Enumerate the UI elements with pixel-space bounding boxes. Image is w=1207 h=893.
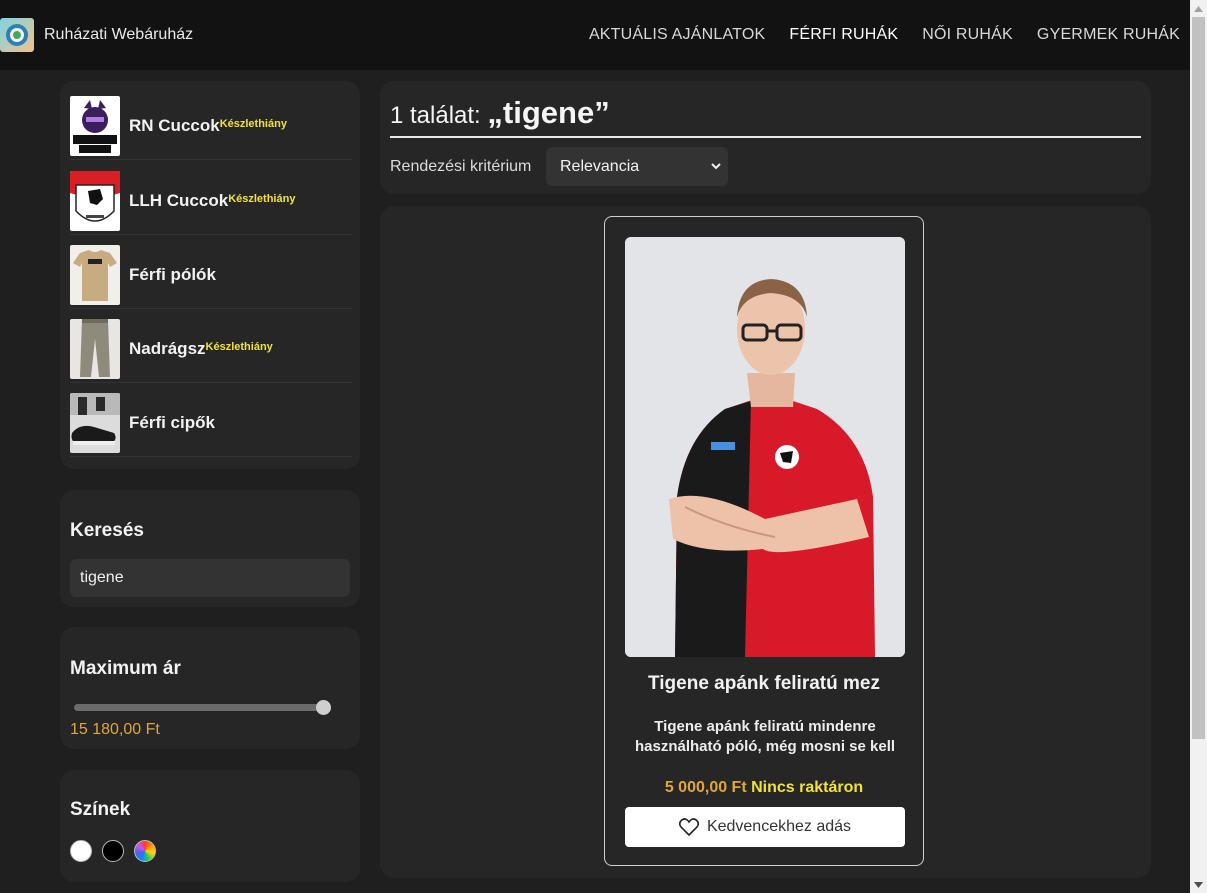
- category-label: Férfi cipők: [129, 413, 215, 432]
- navbar: Ruházati Webáruház AKTUÁLIS AJÁNLATOK FÉ…: [0, 0, 1190, 70]
- colors-title: Színek: [70, 799, 131, 820]
- product-image[interactable]: [625, 237, 905, 657]
- category-thumbnail-nadrag: [70, 319, 120, 379]
- search-input[interactable]: [70, 559, 350, 597]
- out-of-stock-badge: Készlethiány: [205, 341, 273, 353]
- stock-status: Nincs raktáron: [751, 779, 864, 796]
- brand-logo[interactable]: [0, 18, 34, 52]
- category-label: RN Cuccok: [129, 116, 220, 135]
- sort-label: Rendezési kritérium: [390, 158, 532, 175]
- results-query: „tigene”: [487, 95, 610, 130]
- category-item-rn-cuccok[interactable]: RN Cuccok Készlethiány: [70, 93, 352, 160]
- max-price-title: Maximum ár: [70, 658, 181, 679]
- category-label: Nadrágsz: [129, 339, 206, 358]
- category-label: LLH Cuccok: [129, 191, 229, 210]
- results-header: 1 találat: „tigene” Rendezési kritérium …: [380, 81, 1151, 194]
- category-label: Férfi pólók: [129, 265, 216, 284]
- nav-link-noi-ruhak[interactable]: NŐI RUHÁK: [922, 26, 1013, 44]
- color-swatch-multicolor[interactable]: [134, 840, 156, 862]
- category-thumbnail-rn: [70, 96, 120, 156]
- max-price-slider-thumb[interactable]: [316, 700, 331, 715]
- category-item-llh-cuccok[interactable]: LLH Cuccok Készlethiány: [70, 168, 352, 235]
- category-thumbnail-llh: [70, 171, 120, 231]
- color-swatch-white[interactable]: [70, 840, 92, 862]
- out-of-stock-badge: Készlethiány: [219, 118, 287, 130]
- category-list: RN Cuccok Készlethiány LLH Cuccok Készle…: [60, 81, 360, 469]
- max-price-value: 15 180,00 Ft: [70, 721, 160, 738]
- product-price: 5 000,00 Ft: [664, 779, 747, 796]
- heart-icon: [678, 818, 699, 836]
- max-price-slider-track[interactable]: [74, 704, 330, 711]
- page-scrollbar[interactable]: [1190, 0, 1207, 893]
- scroll-up-arrow-icon[interactable]: [1190, 0, 1207, 17]
- category-thumbnail-cipok: [70, 393, 120, 453]
- scroll-thumb[interactable]: [1192, 17, 1205, 739]
- search-panel: Keresés: [60, 490, 360, 607]
- nav-links: AKTUÁLIS AJÁNLATOK FÉRFI RUHÁK NŐI RUHÁK…: [589, 0, 1180, 70]
- chevron-down-icon: [711, 163, 721, 170]
- brand-name[interactable]: Ruházati Webáruház: [44, 26, 193, 44]
- nav-link-ferfi-ruhak[interactable]: FÉRFI RUHÁK: [789, 26, 898, 44]
- category-item-nadragsz[interactable]: Nadrágsz Készlethiány: [70, 316, 352, 383]
- sort-select-value: Relevancia: [560, 157, 640, 175]
- product-card[interactable]: Tigene apánk feliratú mez Tigene apánk f…: [604, 216, 924, 866]
- product-price-row: 5 000,00 Ft Nincs raktáron: [605, 779, 923, 797]
- sort-select[interactable]: Relevancia: [546, 147, 728, 186]
- category-item-ferfi-cipok[interactable]: Férfi cipők: [70, 390, 352, 457]
- out-of-stock-badge: Készlethiány: [228, 193, 296, 205]
- scroll-down-arrow-icon[interactable]: [1190, 876, 1207, 893]
- product-description: Tigene apánk feliratú mindenre használha…: [634, 718, 896, 755]
- colors-panel: Színek: [60, 770, 360, 882]
- product-grid: Tigene apánk feliratú mez Tigene apánk f…: [380, 206, 1151, 878]
- results-title: 1 találat: „tigene”: [390, 95, 610, 131]
- nav-link-gyermek-ruhak[interactable]: GYERMEK RUHÁK: [1037, 26, 1180, 44]
- add-to-favorites-button[interactable]: Kedvencekhez adás: [625, 807, 905, 847]
- max-price-panel: Maximum ár 15 180,00 Ft: [60, 627, 360, 749]
- search-title: Keresés: [70, 520, 144, 541]
- category-item-ferfi-polok[interactable]: Férfi pólók: [70, 242, 352, 309]
- results-divider: [390, 136, 1141, 138]
- color-swatch-black[interactable]: [102, 840, 124, 862]
- results-count: 1 találat:: [390, 102, 488, 129]
- nav-link-aktualis-ajanlatok[interactable]: AKTUÁLIS AJÁNLATOK: [589, 26, 765, 44]
- add-to-favorites-label: Kedvencekhez adás: [706, 818, 852, 835]
- category-thumbnail-polok: [70, 245, 120, 305]
- product-name[interactable]: Tigene apánk feliratú mez: [605, 673, 923, 695]
